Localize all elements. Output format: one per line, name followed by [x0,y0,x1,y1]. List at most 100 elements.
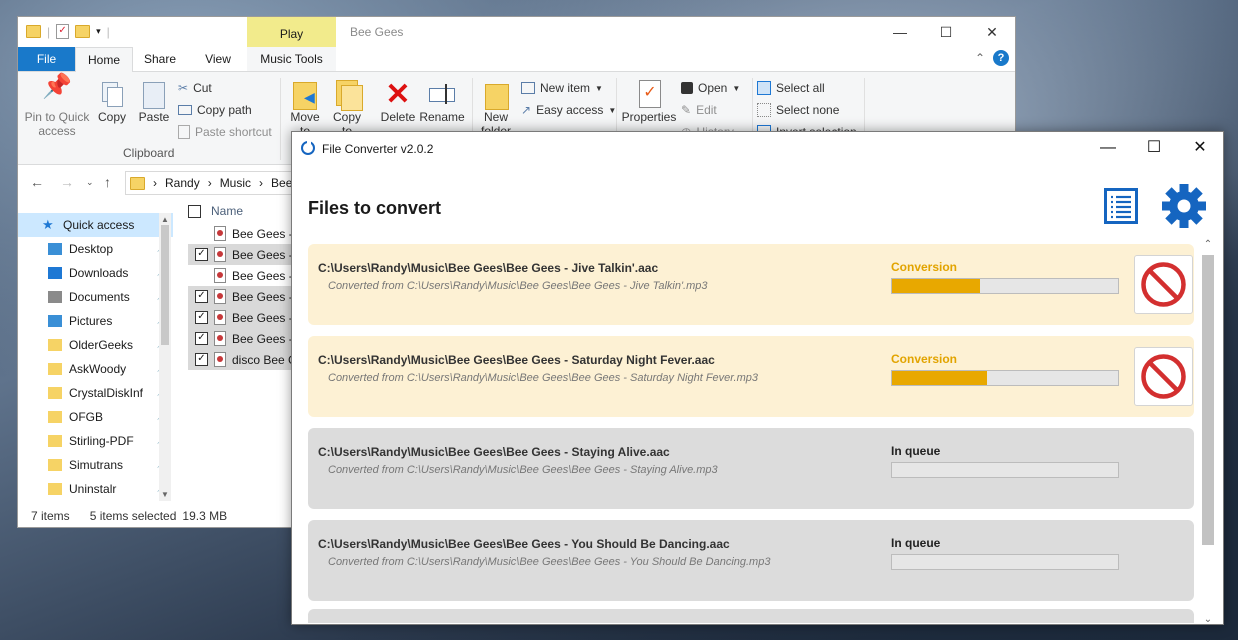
scroll-down-icon[interactable]: ▼ [159,490,171,499]
edit-label: Edit [696,103,717,117]
file-checkbox[interactable]: ✓ [195,248,208,261]
sidebar-item[interactable]: Desktop📌 [18,237,173,261]
source-file-path: Converted from C:\Users\Randy\Music\Bee … [328,280,708,292]
audio-file-icon [214,289,226,304]
file-checkbox[interactable]: ✓ [195,332,208,345]
copy-to-icon [328,80,366,111]
cancel-conversion-button[interactable] [1134,255,1193,314]
forward-arrow-icon[interactable]: → [60,174,74,190]
address-bar[interactable]: › Randy › Music › Bee [125,171,311,195]
pin-to-quick-access-button[interactable]: 📌 Pin to Quick access [24,75,90,139]
file-checkbox[interactable]: ✓ [195,290,208,303]
tab-home[interactable]: Home [75,47,133,73]
properties-check-icon[interactable]: ✓ [56,24,70,39]
sidebar-item[interactable]: Stirling-PDF📌 [18,429,173,453]
properties-button[interactable]: ✓ Properties [619,80,679,124]
close-button[interactable]: ✕ [969,17,1015,47]
tab-music-tools[interactable]: Music Tools [247,47,336,71]
select-all-checkbox[interactable] [188,204,201,218]
copy-icon [94,80,130,110]
name-column-header[interactable]: Name [188,199,308,223]
sidebar-item[interactable]: Uninstalr📌 [18,477,173,501]
new-folder-button[interactable]: New folder [476,80,516,138]
cancel-conversion-button[interactable] [1134,347,1193,406]
breadcrumb-item[interactable]: Randy [165,176,200,190]
copy-to-button[interactable]: Copy to [328,80,366,138]
help-icon[interactable]: ? [993,50,1009,66]
audio-file-icon [214,268,226,283]
minimize-button[interactable]: — [877,17,923,47]
file-checkbox[interactable] [195,269,208,282]
copy-path-icon [178,105,192,115]
open-button[interactable]: Open ▼ [681,81,740,95]
scrollbar-thumb[interactable] [1202,255,1214,545]
settings-gear-icon[interactable] [1160,182,1208,230]
file-checkbox[interactable]: ✓ [195,311,208,324]
file-row[interactable]: ✓ disco Bee G [188,349,308,370]
star-icon: ★ [42,217,54,232]
new-item-button[interactable]: New item ▼ [521,81,603,95]
file-row[interactable]: ✓ Bee Gees - Y [188,328,308,349]
tab-file[interactable]: File [18,47,75,71]
tab-share[interactable]: Share [135,47,185,71]
move-to-button[interactable]: ◀ Move to [286,80,324,138]
qat-dropdown-icon[interactable]: ▾ [96,26,101,37]
file-checkbox[interactable]: ✓ [195,353,208,366]
chevron-up-icon[interactable]: ⌃ [975,51,985,65]
cut-button[interactable]: ✂ Cut [178,81,212,95]
scroll-up-icon[interactable]: ⌃ [1202,239,1214,250]
clipboard-icon [136,80,172,110]
source-file-path: Converted from C:\Users\Randy\Music\Bee … [328,372,758,384]
sidebar-item[interactable]: ★ Quick access [18,213,173,237]
conversion-job-card: C:\Users\Randy\Music\Bee Gees\Bee Gees -… [308,428,1194,509]
recent-locations-icon[interactable]: ⌄ [86,177,94,188]
copy-path-button[interactable]: Copy path [178,103,252,117]
easy-access-button[interactable]: ↗ Easy access ▼ [521,103,616,117]
properties-icon: ✓ [619,80,679,110]
maximize-button[interactable]: ☐ [1131,132,1177,164]
new-folder-icon[interactable] [75,25,91,38]
breadcrumb-item[interactable]: Music [220,176,251,190]
job-list-scrollbar[interactable]: ⌃ ⌄ [1199,239,1215,625]
delete-button[interactable]: ✕ Delete [378,80,418,125]
scroll-down-icon[interactable]: ⌄ [1202,614,1214,625]
sidebar-item[interactable]: Simutrans📌 [18,453,173,477]
rename-button[interactable]: Rename [419,80,465,124]
file-row[interactable]: Bee Gees - J [188,223,308,244]
file-converter-logo-icon [301,140,315,155]
file-checkbox[interactable] [195,227,208,240]
breadcrumb-item[interactable]: Bee [271,176,292,190]
paste-shortcut-button[interactable]: Paste shortcut [178,125,272,139]
maximize-button[interactable]: ☐ [923,17,969,47]
sidebar-item[interactable]: CrystalDiskInf📌 [18,381,173,405]
close-button[interactable]: ✕ [1177,132,1223,164]
window-controls: — ☐ ✕ [877,17,1015,47]
copy-path-label: Copy path [197,103,252,117]
sidebar-item[interactable]: AskWoody📌 [18,357,173,381]
sidebar-item[interactable]: Downloads📌 [18,261,173,285]
sidebar-item[interactable]: OlderGeeks📌 [18,333,173,357]
log-list-icon[interactable] [1104,188,1138,224]
scroll-up-icon[interactable]: ▲ [159,215,171,224]
scrollbar-thumb[interactable] [161,225,169,345]
up-arrow-icon[interactable]: ↑ [104,174,111,190]
file-row[interactable]: ✓ Bee Gees - J [188,244,308,265]
folder-icon[interactable] [26,25,41,38]
sidebar-item[interactable]: Documents📌 [18,285,173,309]
back-arrow-icon[interactable]: ← [30,174,44,190]
edit-button[interactable]: ✎ Edit [681,103,717,117]
play-context-tab[interactable]: Play [247,17,336,47]
file-row[interactable]: ✓ Bee Gees - S [188,286,308,307]
navigation-scrollbar[interactable]: ▲ ▼ [159,213,171,501]
select-none-button[interactable]: Select none [757,103,839,117]
file-row[interactable]: ✓ Bee Gees - S [188,307,308,328]
sidebar-item[interactable]: OFGB📌 [18,405,173,429]
minimize-button[interactable]: — [1085,132,1131,164]
sidebar-item-label: Downloads [69,266,129,280]
sidebar-item[interactable]: Pictures📌 [18,309,173,333]
tab-view[interactable]: View [193,47,243,71]
select-all-button[interactable]: Select all [757,81,825,95]
copy-button[interactable]: Copy [94,80,130,124]
paste-button[interactable]: Paste [136,80,172,124]
file-row[interactable]: Bee Gees - S [188,265,308,286]
